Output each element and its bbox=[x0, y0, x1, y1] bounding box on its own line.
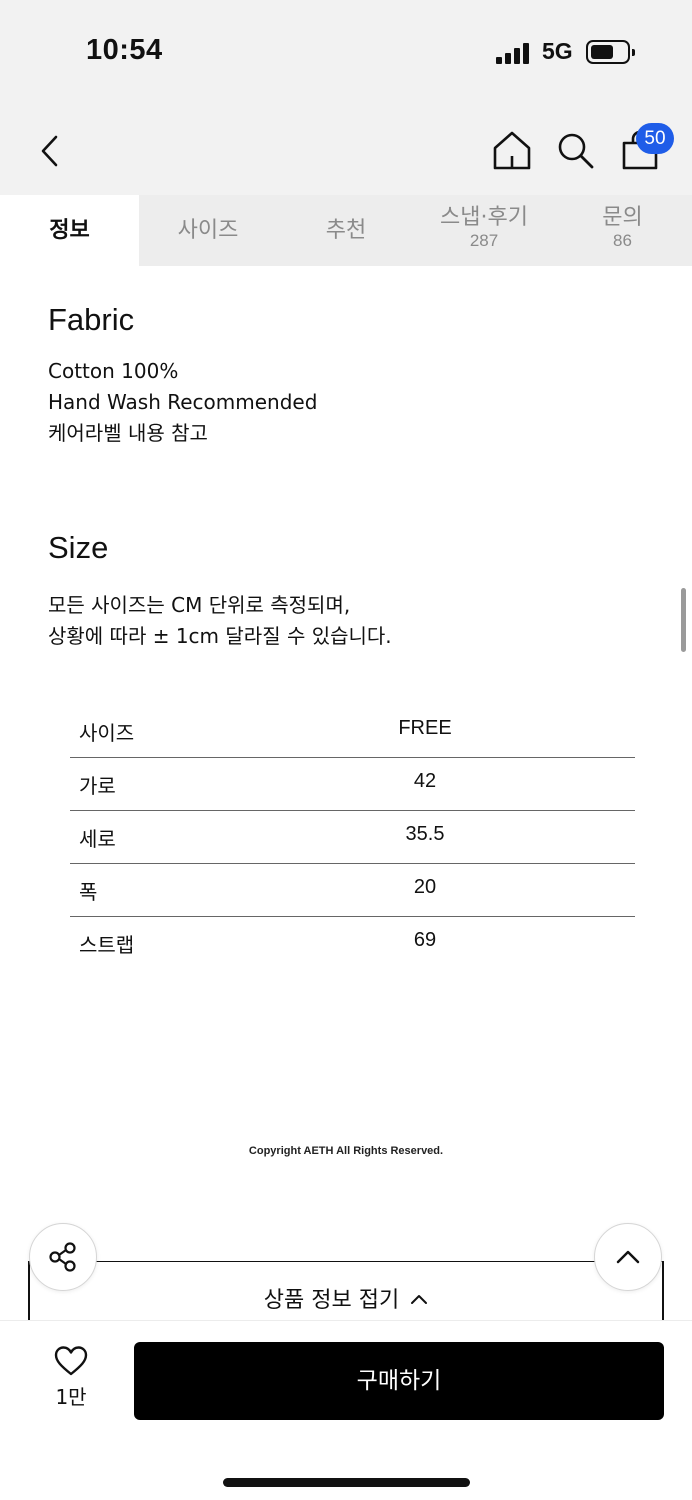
table-cell-value: 69 bbox=[413, 929, 437, 951]
tab-recommend-label: 추천 bbox=[325, 218, 367, 243]
scroll-to-top-button[interactable] bbox=[594, 1223, 662, 1291]
share-icon bbox=[49, 1242, 76, 1272]
table-cell-label: 세로 bbox=[79, 827, 116, 851]
home-indicator[interactable] bbox=[223, 1478, 470, 1487]
buy-button[interactable]: 구매하기 bbox=[134, 1342, 664, 1420]
fabric-line: 케어라벨 내용 참고 bbox=[48, 421, 208, 445]
tab-size[interactable]: 사이즈 bbox=[139, 195, 277, 266]
table-row: 스트랩 69 bbox=[70, 917, 635, 970]
tab-inquiry[interactable]: 문의 86 bbox=[553, 195, 692, 266]
tab-recommend[interactable]: 추천 bbox=[277, 195, 415, 266]
home-icon[interactable] bbox=[492, 129, 532, 171]
table-cell-label: 폭 bbox=[79, 880, 98, 904]
bottom-action-bar: 1만 구매하기 bbox=[0, 1320, 692, 1500]
tab-info[interactable]: 정보 bbox=[0, 195, 139, 266]
table-header-row: 사이즈 FREE bbox=[70, 705, 635, 758]
size-note: 모든 사이즈는 CM 단위로 측정되며, 상황에 따라 ± 1cm 달라질 수 … bbox=[48, 590, 392, 652]
size-note-line: 모든 사이즈는 CM 단위로 측정되며, bbox=[48, 593, 351, 617]
top-navigation: 50 bbox=[0, 105, 692, 195]
table-cell-value: 35.5 bbox=[405, 823, 445, 845]
tab-size-label: 사이즈 bbox=[177, 218, 239, 243]
table-cell-value: 42 bbox=[413, 770, 437, 792]
table-cell-value: 20 bbox=[413, 876, 437, 898]
table-cell-label: 스트랩 bbox=[79, 933, 135, 957]
fabric-title: Fabric bbox=[48, 302, 135, 337]
back-icon[interactable] bbox=[36, 133, 66, 169]
fabric-line: Hand Wash Recommended bbox=[48, 390, 318, 414]
tab-inquiry-count: 86 bbox=[613, 231, 632, 250]
fold-product-info-label: 상품 정보 접기 bbox=[30, 1282, 662, 1314]
fold-label-text: 상품 정보 접기 bbox=[263, 1288, 400, 1313]
battery-icon bbox=[586, 40, 635, 64]
scrollbar[interactable] bbox=[681, 588, 686, 652]
like-count: 1만 bbox=[55, 1385, 87, 1409]
table-row: 폭 20 bbox=[70, 864, 635, 917]
status-bar: 10:54 5G bbox=[0, 0, 692, 105]
table-cell-label: 가로 bbox=[79, 774, 116, 798]
signal-icon bbox=[496, 42, 532, 64]
size-note-line: 상황에 따라 ± 1cm 달라질 수 있습니다. bbox=[48, 624, 392, 648]
table-row: 가로 42 bbox=[70, 758, 635, 811]
table-header-cell: FREE bbox=[398, 717, 452, 739]
tab-snap-review[interactable]: 스냅·후기 287 bbox=[415, 195, 553, 266]
table-header-cell: 사이즈 bbox=[79, 721, 135, 745]
chevron-up-icon bbox=[616, 1250, 640, 1264]
fabric-details: Cotton 100% Hand Wash Recommended 케어라벨 내… bbox=[48, 356, 317, 449]
size-table: 사이즈 FREE 가로 42 세로 35.5 폭 20 스트랩 69 bbox=[70, 705, 635, 970]
network-label: 5G bbox=[542, 38, 573, 64]
search-icon[interactable] bbox=[556, 131, 596, 171]
copyright-text: Copyright AETH All Rights Reserved. bbox=[248, 1145, 444, 1157]
chevron-up-icon bbox=[411, 1295, 428, 1304]
tab-info-label: 정보 bbox=[49, 218, 90, 243]
status-time: 10:54 bbox=[86, 34, 163, 66]
tab-snap-review-count: 287 bbox=[469, 231, 499, 250]
cart-count-badge: 50 bbox=[636, 123, 674, 154]
heart-icon bbox=[54, 1346, 88, 1376]
fabric-line: Cotton 100% bbox=[48, 359, 179, 383]
tab-inquiry-label: 문의 bbox=[602, 205, 643, 230]
size-title: Size bbox=[48, 530, 109, 565]
tab-snap-review-label: 스냅·후기 bbox=[440, 205, 528, 230]
product-tabs: 정보 사이즈 추천 스냅·후기 287 문의 86 bbox=[0, 195, 692, 266]
like-button[interactable]: 1만 bbox=[44, 1345, 98, 1417]
table-row: 세로 35.5 bbox=[70, 811, 635, 864]
share-button[interactable] bbox=[29, 1223, 97, 1291]
